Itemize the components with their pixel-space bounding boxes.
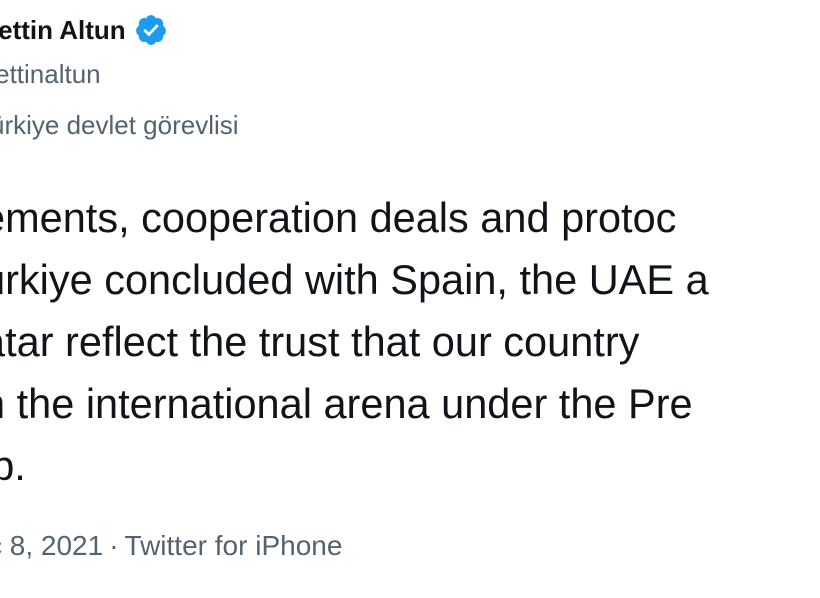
tweet-text: ements, cooperation deals and protoc ürk… [0,187,709,497]
tweet-source[interactable]: Twitter for iPhone [125,530,343,561]
tweet-date[interactable]: c 8, 2021 [0,530,103,561]
tweet-text-line: ements, cooperation deals and protoc [0,194,677,241]
author-name-row[interactable]: rettin Altun [0,10,168,50]
author-handle[interactable]: hrettinaltun [0,55,101,93]
tweet-detail: rettin Altun hrettinaltun ürkiye devlet … [0,0,820,598]
tweet-meta: c 8, 2021·Twitter for iPhone [0,526,342,566]
verified-badge-icon [134,13,168,47]
meta-separator: · [109,530,119,561]
affiliation-label: ürkiye devlet görevlisi [0,110,239,140]
tweet-text-line: atar reflect the trust that our country [0,318,640,365]
author-display-name[interactable]: rettin Altun [0,10,126,50]
tweet-text-line: ip. [0,442,26,489]
tweet-text-line: ürkiye concluded with Spain, the UAE a [0,256,709,303]
tweet-text-line: n the international arena under the Pre [0,380,693,427]
